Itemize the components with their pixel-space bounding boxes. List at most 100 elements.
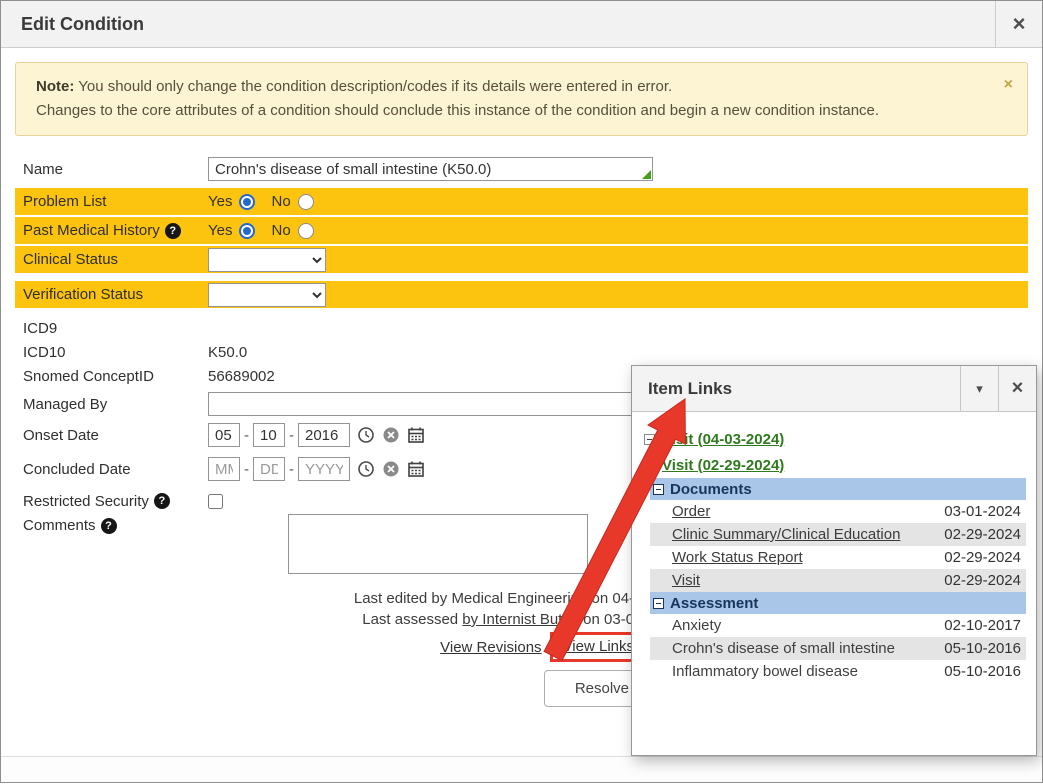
document-link[interactable]: Order bbox=[672, 503, 710, 520]
assessment-item-label: Anxiety bbox=[672, 617, 721, 634]
problem-list-label: Problem List bbox=[23, 193, 208, 210]
popup-dropdown-button[interactable]: ▾ bbox=[960, 366, 998, 411]
verification-status-select[interactable] bbox=[208, 283, 326, 307]
comments-textarea[interactable] bbox=[288, 514, 588, 574]
concluded-year-input[interactable] bbox=[298, 457, 350, 481]
item-date: 05-10-2016 bbox=[944, 663, 1021, 680]
concluded-month-input[interactable] bbox=[208, 457, 240, 481]
icd10-value: K50.0 bbox=[208, 344, 247, 361]
collapse-toggle-icon[interactable] bbox=[653, 598, 664, 609]
close-icon: × bbox=[1012, 377, 1024, 400]
clock-icon[interactable] bbox=[357, 460, 375, 478]
item-links-popup: Item Links ▾ × Visit (04-03-2024) Visit … bbox=[631, 365, 1037, 756]
list-item[interactable]: Order 03-01-2024 bbox=[650, 500, 1026, 523]
past-medical-history-label: Past Medical History bbox=[23, 222, 208, 239]
clock-icon[interactable] bbox=[357, 426, 375, 444]
help-icon[interactable] bbox=[154, 493, 170, 509]
verification-status-label: Verification Status bbox=[23, 286, 208, 303]
clinical-status-select[interactable] bbox=[208, 248, 326, 272]
restricted-security-checkbox[interactable] bbox=[208, 494, 223, 509]
visit-link[interactable]: Visit (02-29-2024) bbox=[662, 457, 784, 474]
icd9-label: ICD9 bbox=[23, 320, 208, 337]
item-date: 02-29-2024 bbox=[944, 549, 1021, 566]
problem-list-no-radio[interactable] bbox=[298, 194, 314, 210]
section-header-assessment: Assessment bbox=[650, 592, 1026, 614]
item-date: 05-10-2016 bbox=[944, 640, 1021, 657]
onset-date-group: - - bbox=[208, 423, 425, 447]
help-icon[interactable] bbox=[101, 518, 117, 534]
past-medical-history-label-text: Past Medical History bbox=[23, 222, 160, 239]
help-icon[interactable] bbox=[165, 223, 181, 239]
onset-month-input[interactable] bbox=[208, 423, 240, 447]
comments-label-text: Comments bbox=[23, 517, 96, 534]
clinical-status-label: Clinical Status bbox=[23, 251, 208, 268]
problem-list-no-label: No bbox=[271, 193, 290, 210]
name-input-wrap bbox=[208, 157, 653, 181]
verification-status-row: Verification Status bbox=[15, 281, 1028, 308]
restricted-security-label-text: Restricted Security bbox=[23, 493, 149, 510]
calendar-icon[interactable] bbox=[407, 460, 425, 478]
pmh-yes-label: Yes bbox=[208, 222, 232, 239]
onset-year-input[interactable] bbox=[298, 423, 350, 447]
visit-link[interactable]: Visit (04-03-2024) bbox=[662, 431, 784, 448]
close-icon: × bbox=[1013, 11, 1026, 37]
collapse-toggle-icon[interactable] bbox=[644, 434, 655, 445]
collapse-toggle-icon[interactable] bbox=[644, 460, 655, 471]
managed-by-input[interactable] bbox=[208, 392, 653, 416]
pmh-yes-radio[interactable] bbox=[239, 223, 255, 239]
list-item[interactable]: Anxiety 02-10-2017 bbox=[650, 614, 1026, 637]
item-date: 02-29-2024 bbox=[944, 526, 1021, 543]
item-date: 03-01-2024 bbox=[944, 503, 1021, 520]
concluded-day-input[interactable] bbox=[253, 457, 285, 481]
view-links-link[interactable]: View Links bbox=[563, 638, 634, 655]
item-links-title: Item Links bbox=[632, 366, 960, 411]
list-item[interactable]: Clinic Summary/Clinical Education 02-29-… bbox=[650, 523, 1026, 546]
dialog-close-button[interactable]: × bbox=[995, 1, 1042, 47]
problem-list-yes-label: Yes bbox=[208, 193, 232, 210]
past-medical-history-radio-group: Yes No bbox=[208, 222, 330, 239]
note-line2: Changes to the core attributes of a cond… bbox=[36, 102, 879, 119]
problem-list-yes-radio[interactable] bbox=[239, 194, 255, 210]
icd10-label: ICD10 bbox=[23, 344, 208, 361]
item-date: 02-29-2024 bbox=[944, 572, 1021, 589]
date-separator: - bbox=[244, 427, 249, 444]
name-row: Name bbox=[15, 154, 1028, 184]
document-link[interactable]: Clinic Summary/Clinical Education bbox=[672, 526, 900, 543]
clear-date-icon[interactable] bbox=[382, 426, 400, 444]
document-link[interactable]: Visit bbox=[672, 572, 700, 589]
item-links-header: Item Links ▾ × bbox=[632, 366, 1036, 412]
concluded-date-group: - - bbox=[208, 457, 425, 481]
popup-close-button[interactable]: × bbox=[998, 366, 1036, 411]
snomed-label: Snomed ConceptID bbox=[23, 368, 208, 385]
assessor-link[interactable]: by Internist Butler bbox=[462, 611, 579, 628]
onset-date-label: Onset Date bbox=[23, 427, 208, 444]
dialog-header: Edit Condition × bbox=[1, 1, 1042, 48]
collapse-toggle-icon[interactable] bbox=[653, 484, 664, 495]
onset-day-input[interactable] bbox=[253, 423, 285, 447]
document-link[interactable]: Work Status Report bbox=[672, 549, 803, 566]
name-input[interactable] bbox=[208, 157, 653, 181]
name-label: Name bbox=[23, 161, 208, 178]
list-item[interactable]: Work Status Report 02-29-2024 bbox=[650, 546, 1026, 569]
note-dismiss-icon[interactable]: × bbox=[1004, 73, 1013, 97]
list-item[interactable]: Crohn's disease of small intestine 05-10… bbox=[650, 637, 1026, 660]
date-separator: - bbox=[244, 461, 249, 478]
chevron-down-icon: ▾ bbox=[976, 381, 983, 397]
clear-date-icon[interactable] bbox=[382, 460, 400, 478]
managed-by-label: Managed By bbox=[23, 396, 208, 413]
calendar-icon[interactable] bbox=[407, 426, 425, 444]
list-item[interactable]: Inflammatory bowel disease 05-10-2016 bbox=[650, 660, 1026, 683]
last-assessed-prefix: Last assessed bbox=[362, 611, 462, 628]
list-item[interactable]: Visit 02-29-2024 bbox=[650, 569, 1026, 592]
note-banner: Note: You should only change the conditi… bbox=[15, 62, 1028, 136]
icd9-row: ICD9 bbox=[15, 316, 1028, 340]
footer-links: View Revisions View Links bbox=[29, 632, 647, 662]
item-date: 02-10-2017 bbox=[944, 617, 1021, 634]
assessment-item-label: Crohn's disease of small intestine bbox=[672, 640, 895, 657]
pmh-no-radio[interactable] bbox=[298, 223, 314, 239]
pmh-no-label: No bbox=[271, 222, 290, 239]
icd10-row: ICD10 K50.0 bbox=[15, 340, 1028, 364]
assessment-item-label: Inflammatory bowel disease bbox=[672, 663, 858, 680]
view-revisions-link[interactable]: View Revisions bbox=[440, 639, 541, 656]
clinical-status-row: Clinical Status bbox=[15, 246, 1028, 273]
